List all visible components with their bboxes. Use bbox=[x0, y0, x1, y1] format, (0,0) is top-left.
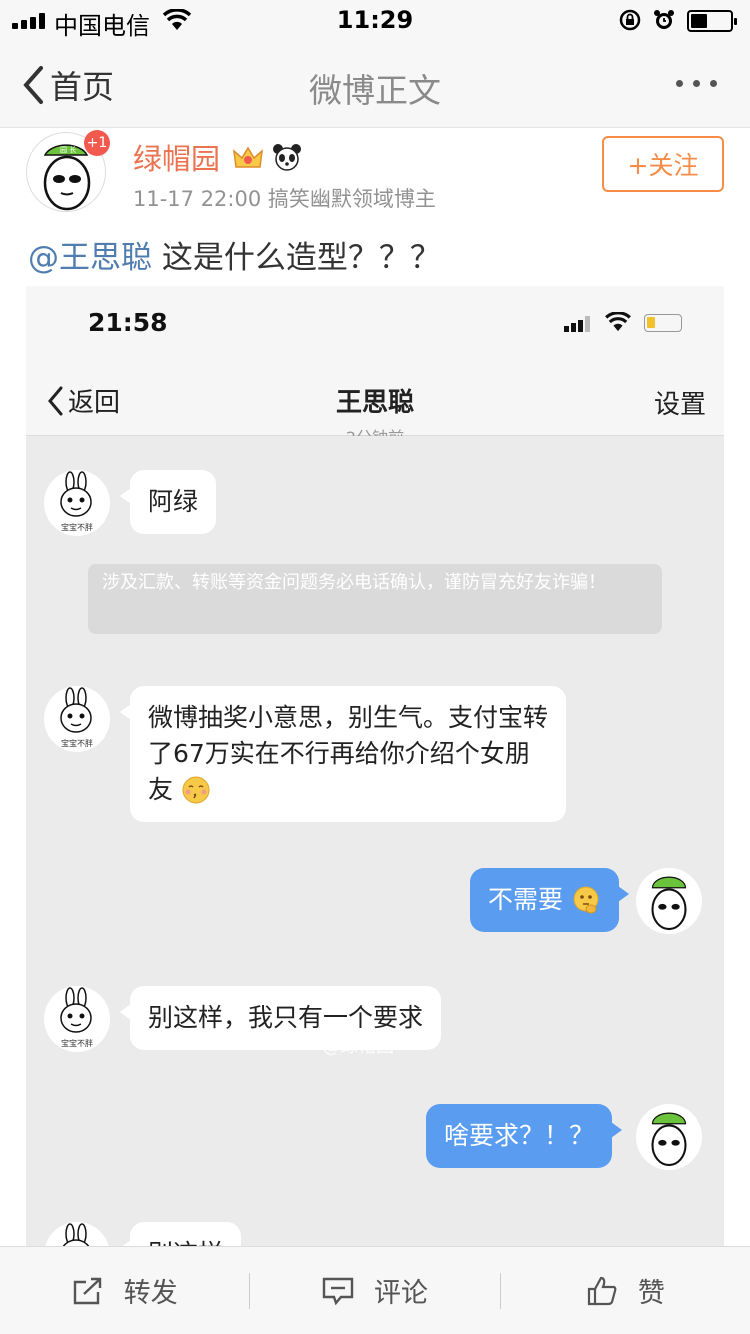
notification-badge: +1 bbox=[84, 130, 110, 156]
follow-button[interactable]: +关注 bbox=[602, 136, 724, 192]
repost-button[interactable]: 转发 bbox=[0, 1247, 249, 1334]
post-body: 这是什么造型？？？ bbox=[152, 240, 441, 276]
panda-icon bbox=[273, 144, 302, 171]
my-avatar bbox=[636, 868, 702, 934]
bottom-toolbar: 转发 评论 赞 bbox=[0, 1246, 750, 1334]
my-avatar bbox=[636, 1104, 702, 1170]
comment-icon bbox=[322, 1277, 354, 1305]
sender-avatar: 宝宝不胖 bbox=[44, 986, 110, 1052]
chat-bubble: 别这样，我只有一个要求 bbox=[119, 986, 442, 1050]
rabbit-face-icon: 宝宝不胖 bbox=[60, 687, 93, 748]
chat-bubble-outgoing: 不需要 bbox=[470, 868, 629, 932]
avatar-caption: 宝宝不胖 bbox=[61, 522, 93, 532]
nav-bar: 首页 微博正文 bbox=[0, 40, 750, 128]
chat-timestamp: 2分钟前 bbox=[26, 424, 724, 436]
sender-avatar: 宝宝不胖 bbox=[44, 686, 110, 752]
image-status-time: 21:58 bbox=[88, 308, 168, 337]
post-image[interactable]: 21:58 返回 王思聪 设置 2分钟前 宝宝不胖 阿绿 涉及汇款、 bbox=[26, 286, 724, 1246]
chat-bubble-text: 不需要 bbox=[488, 885, 564, 914]
comment-button[interactable]: 评论 bbox=[250, 1247, 499, 1334]
more-options-icon[interactable] bbox=[676, 80, 717, 87]
sender-avatar: 宝宝不胖 bbox=[44, 470, 110, 536]
rabbit-face-icon: 宝宝不胖 bbox=[60, 987, 93, 1048]
weibo-watermark: @绿帽园 bbox=[322, 1036, 394, 1057]
author-name-label: 绿帽园 bbox=[133, 142, 221, 176]
cartoon-face-icon bbox=[651, 876, 687, 931]
rotation-lock-icon bbox=[619, 9, 641, 31]
author-name[interactable]: 绿帽园 bbox=[133, 136, 302, 178]
battery-icon bbox=[644, 314, 682, 332]
image-status-bar: 21:58 bbox=[26, 286, 724, 364]
thinking-emoji-icon bbox=[573, 886, 599, 914]
kiss-emoji-icon bbox=[182, 776, 210, 804]
chat-bubble-outgoing: 啥要求？！？ bbox=[426, 1104, 623, 1168]
comment-label: 评论 bbox=[373, 1278, 428, 1309]
post-text: @王思聪 这是什么造型？？？ bbox=[28, 232, 441, 277]
status-bar: 中国电信 11:29 bbox=[0, 0, 750, 40]
rabbit-face-icon bbox=[62, 1223, 90, 1246]
share-icon bbox=[73, 1277, 101, 1304]
mention-link[interactable]: @王思聪 bbox=[28, 240, 152, 276]
svg-text:宝宝不胖: 宝宝不胖 bbox=[61, 1038, 93, 1048]
chat-bubble: 微博抽奖小意思，别生气。支付宝转了67万实在不行再给你介绍个女朋友 bbox=[120, 686, 566, 822]
thumbs-up-icon bbox=[587, 1276, 617, 1305]
page-title: 微博正文 bbox=[309, 71, 441, 110]
sender-avatar bbox=[44, 1222, 110, 1246]
image-settings-label: 设置 bbox=[653, 390, 706, 420]
chat-bubble: 别这样 bbox=[119, 1222, 242, 1246]
security-notice: 涉及汇款、转账等资金问题务必电话确认，谨防冒充好友诈骗！ bbox=[88, 564, 662, 634]
repost-label: 转发 bbox=[123, 1278, 178, 1309]
like-label: 赞 bbox=[637, 1278, 665, 1309]
signal-icon bbox=[564, 316, 590, 332]
image-chat-title: 王思聪 bbox=[335, 388, 414, 418]
alarm-icon bbox=[654, 10, 674, 29]
rabbit-face-icon: 宝宝不胖 bbox=[60, 471, 93, 532]
battery-icon bbox=[687, 10, 737, 32]
chat-bubble: 阿绿 bbox=[119, 470, 217, 534]
svg-text:宝宝不胖: 宝宝不胖 bbox=[61, 738, 93, 748]
svg-text:园 长: 园 长 bbox=[60, 145, 76, 154]
cartoon-face-icon bbox=[651, 1112, 687, 1167]
like-button[interactable]: 赞 bbox=[501, 1247, 750, 1334]
post-meta: 11-17 22:00 搞笑幽默领域博主 bbox=[133, 187, 436, 211]
crown-badge-icon bbox=[233, 146, 264, 168]
wifi-icon bbox=[605, 312, 631, 332]
